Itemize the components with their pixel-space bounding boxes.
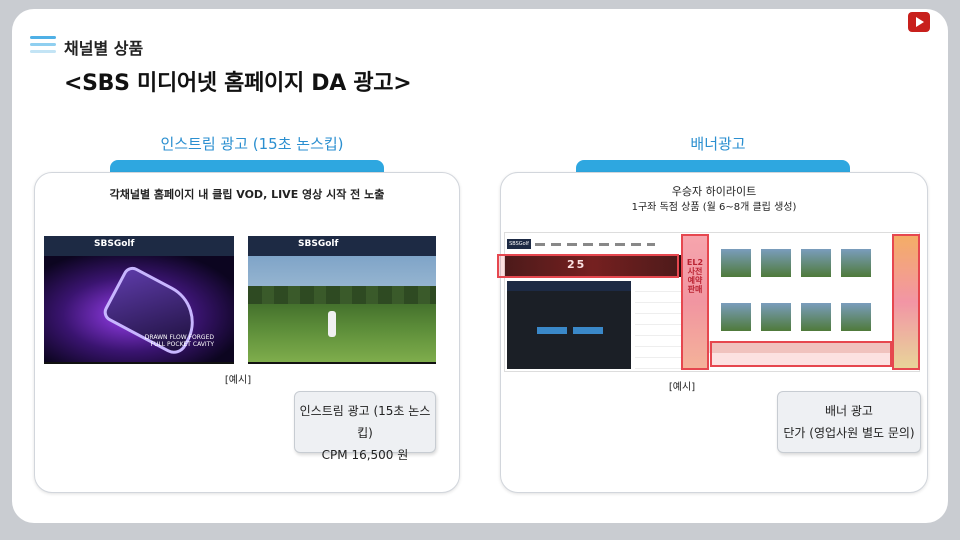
instream-price-box: 인스트림 광고 (15초 논스킵) CPM 16,500 원 xyxy=(294,391,436,462)
section-label: 채널별 상품 xyxy=(64,39,144,58)
sbsgolf-logo: SBSGolf xyxy=(94,239,135,249)
banner-description-2: 1구좌 독점 상품 (월 6~8개 클립 생성) xyxy=(631,202,797,213)
sbsgolf-logo: SBSGolf xyxy=(298,239,339,249)
menu-icon[interactable] xyxy=(30,36,56,56)
golfer-image xyxy=(328,311,336,337)
video-player[interactable] xyxy=(507,281,631,369)
instream-video-example-2[interactable]: SBSGolf xyxy=(248,236,436,364)
instream-tab-bar xyxy=(110,160,384,172)
clip-list xyxy=(635,281,685,369)
instream-price-name: 인스트림 광고 (15초 논스킵) xyxy=(299,404,431,440)
highlight-side-ad-left xyxy=(681,234,709,370)
instream-section-title: 인스트림 광고 (15초 논스킵) xyxy=(160,135,344,153)
page-title: <SBS 미디어넷 홈페이지 DA 광고> xyxy=(64,71,412,96)
highlight-side-ad-right xyxy=(892,234,920,370)
site-logo: SBSGolf xyxy=(507,239,531,249)
banner-description-1: 우승자 하이라이트 xyxy=(671,185,757,198)
banner-price-value: 단가 (영업사원 별도 문의) xyxy=(783,426,915,440)
highlight-hero-banner xyxy=(497,254,679,278)
video-overlay-text: DRAWN FLOW FORGED FULL POCKET CAVITY xyxy=(144,334,214,348)
banner-section-title: 배너광고 xyxy=(690,135,746,153)
instream-description: 각채널별 홈페이지 내 클립 VOD, LIVE 영상 시작 전 노출 xyxy=(109,188,385,201)
instream-video-example-1[interactable]: SBSGolf DRAWN FLOW FORGED FULL POCKET CA… xyxy=(44,236,234,364)
banner-example-label: [예시] xyxy=(668,382,696,393)
instream-price-value: CPM 16,500 원 xyxy=(321,448,409,462)
instream-example-label: [예시] xyxy=(224,375,252,386)
banner-price-box: 배너 광고 단가 (영업사원 별도 문의) xyxy=(777,391,921,453)
youtube-icon[interactable] xyxy=(908,12,930,32)
highlight-bottom-banner xyxy=(710,341,892,367)
banner-tab-bar xyxy=(576,160,850,172)
banner-price-name: 배너 광고 xyxy=(825,404,873,418)
